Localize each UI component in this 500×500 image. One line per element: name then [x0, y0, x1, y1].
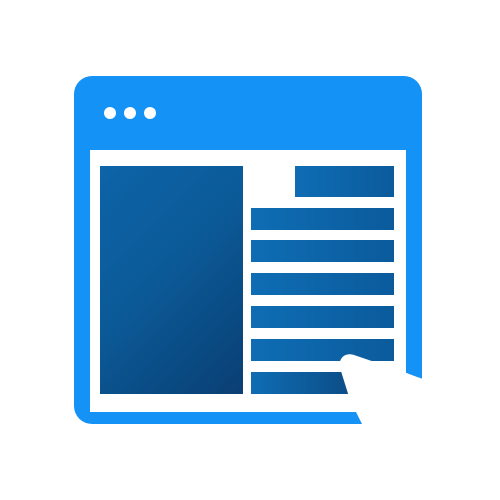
text-line-placeholder[interactable]: [251, 372, 394, 394]
window-control-dot[interactable]: [104, 107, 116, 119]
window-control-dot[interactable]: [124, 107, 136, 119]
text-line-placeholder[interactable]: [251, 208, 394, 230]
heading-placeholder-bar[interactable]: [295, 166, 394, 197]
text-line-placeholder[interactable]: [251, 339, 394, 361]
image-placeholder-block[interactable]: [100, 166, 243, 394]
window-title-bar: [74, 76, 422, 146]
window-control-dot[interactable]: [144, 107, 156, 119]
text-line-placeholder[interactable]: [251, 306, 394, 328]
text-line-placeholder[interactable]: [251, 240, 394, 262]
page-content-area: [90, 150, 406, 412]
text-line-placeholder[interactable]: [251, 273, 394, 295]
webpage-layout-illustration: [0, 0, 500, 500]
browser-window: [74, 76, 422, 424]
